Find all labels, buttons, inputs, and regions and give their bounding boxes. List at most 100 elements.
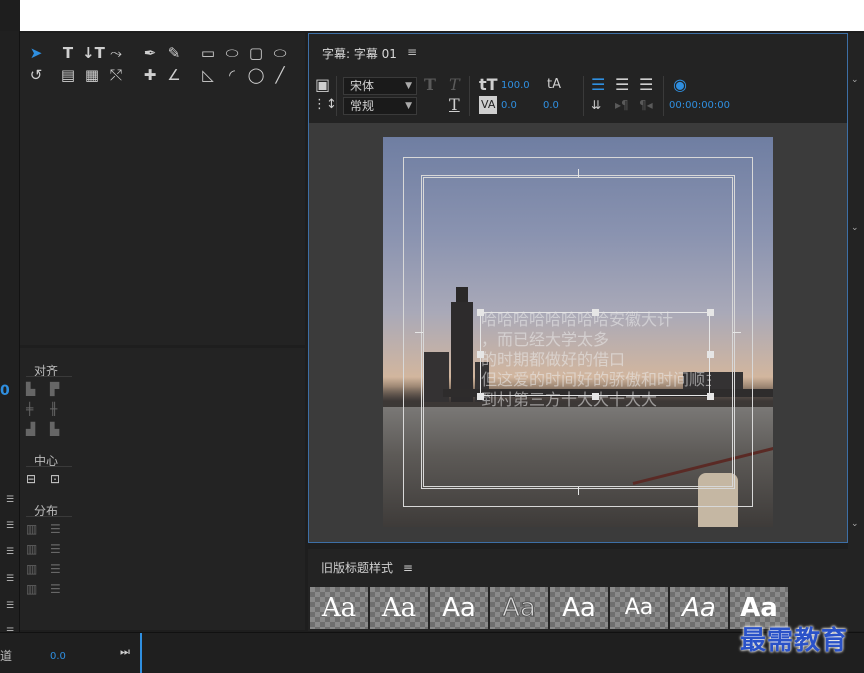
show-video-icon[interactable]: ◉ xyxy=(673,76,687,94)
center-horizontal-icon[interactable]: ⊟ xyxy=(26,472,44,490)
top-bar xyxy=(20,0,864,31)
film-strip-icon[interactable]: ▣ xyxy=(315,76,330,94)
panel-menu-icon[interactable]: ≡ xyxy=(407,45,417,59)
chevron-down-icon: ▼ xyxy=(405,101,412,111)
kerning-icon[interactable]: VA xyxy=(479,96,498,114)
playhead[interactable] xyxy=(140,633,142,673)
pen-tool-icon[interactable]: ✒ xyxy=(140,43,160,63)
resize-handle[interactable] xyxy=(707,309,714,316)
font-style-select[interactable]: 常规 ▼ xyxy=(343,97,417,115)
ellipse-tool-icon[interactable]: ◯ xyxy=(246,65,266,85)
chevron-down-icon[interactable]: ⌄ xyxy=(851,75,859,85)
tab-stops-icon[interactable]: ⋮↕ xyxy=(313,96,337,114)
distribute-hcenter-icon[interactable]: ▥ xyxy=(26,542,44,560)
titler-tab-label[interactable]: 字幕: 字幕 01 xyxy=(322,45,397,62)
resize-handle[interactable] xyxy=(592,393,599,400)
align-hcenter-icon[interactable]: ╪ xyxy=(26,402,44,420)
distribute-h-spacing-icon[interactable]: ▥ xyxy=(26,582,44,600)
center-vertical-icon[interactable]: ⊡ xyxy=(50,472,68,490)
distribute-left-icon[interactable]: ▥ xyxy=(26,522,44,540)
wrap-right-icon[interactable]: ¶◂ xyxy=(639,96,653,114)
distribute-vcenter-icon[interactable]: ☰ xyxy=(50,542,68,560)
align-bottom-icon[interactable]: ▙ xyxy=(50,422,68,440)
bold-icon[interactable]: T xyxy=(424,76,436,94)
legacy-title-styles-panel: 旧版标题样式 ≡ Aa Aa Aa Aa Aa Aa Aa Aa xyxy=(308,549,848,631)
font-family-value: 宋体 xyxy=(350,79,375,93)
selection-tool-icon[interactable]: ➤ xyxy=(26,43,46,63)
wedge-tool-icon[interactable]: ◺ xyxy=(198,65,218,85)
align-text-center-icon[interactable]: ☰ xyxy=(615,76,629,94)
arc-tool-icon[interactable]: ◜ xyxy=(222,65,242,85)
chevron-down-icon[interactable]: ⌄ xyxy=(851,223,859,233)
wrap-icon[interactable]: ▸¶ xyxy=(615,96,629,114)
resize-handle[interactable] xyxy=(707,393,714,400)
resize-handle[interactable] xyxy=(477,393,484,400)
distribute-right-icon[interactable]: ▥ xyxy=(26,562,44,580)
underline-icon[interactable]: T xyxy=(449,96,460,114)
leading-icon[interactable]: tA xyxy=(547,76,561,94)
left-strip: 0 ☰ ☰ ☰ ☰ ☰ ☰ xyxy=(0,31,20,672)
style-swatch[interactable]: Aa xyxy=(370,587,428,629)
vertical-type-tool-icon[interactable]: ↓T xyxy=(82,43,105,63)
style-swatch[interactable]: Aa xyxy=(550,587,608,629)
resize-handle[interactable] xyxy=(592,309,599,316)
titler-panel: 字幕: 字幕 01 ≡ ▣ ⋮↕ 宋体 ▼ 常规 ▼ T T T tT 100.… xyxy=(308,33,848,543)
track-icon[interactable]: ☰ xyxy=(6,495,18,505)
track-label: 道 xyxy=(0,649,13,663)
vertical-area-type-tool-icon[interactable]: ▦ xyxy=(82,65,102,85)
track-icon[interactable]: ☰ xyxy=(6,574,18,584)
area-type-tool-icon[interactable]: ▤ xyxy=(58,65,78,85)
type-tool-icon[interactable]: T xyxy=(58,43,78,63)
tab-stop-icon[interactable]: ⇊ xyxy=(591,96,601,114)
style-swatch[interactable]: Aa xyxy=(670,587,728,629)
align-text-right-icon[interactable]: ☰ xyxy=(639,76,653,94)
style-swatch[interactable]: Aa xyxy=(610,587,668,629)
distribute-v-spacing-icon[interactable]: ☰ xyxy=(50,582,68,600)
vertical-path-type-tool-icon[interactable]: ⤲ xyxy=(106,65,126,85)
clipped-rect-tool-icon[interactable]: ⬭ xyxy=(222,43,242,63)
align-left-icon[interactable]: ▙ xyxy=(26,382,44,400)
italic-icon[interactable]: T xyxy=(449,76,460,94)
add-anchor-icon[interactable]: ✚ xyxy=(140,65,160,85)
text-bounding-box[interactable] xyxy=(480,312,710,396)
convert-anchor-icon[interactable]: ∠ xyxy=(164,65,184,85)
timeline-bar: 道 0.0 ⏭ xyxy=(0,632,864,673)
panel-menu-icon[interactable]: ≡ xyxy=(403,561,413,575)
align-right-icon[interactable]: ▟ xyxy=(26,422,44,440)
rounded-corner-tool-icon[interactable]: ⬭ xyxy=(270,43,290,63)
rectangle-tool-icon[interactable]: ▭ xyxy=(198,43,218,63)
rotate-tool-icon[interactable]: ↺ xyxy=(26,65,46,85)
video-frame: 哈哈哈哈哈哈哈哈安徽大计 ，而已经大学太多 的时期都做好的借口 但这爱的时间好的… xyxy=(383,137,773,527)
font-size-icon[interactable]: tT xyxy=(479,76,498,94)
align-vcenter-icon[interactable]: ╫ xyxy=(50,402,68,420)
track-icon[interactable]: ☰ xyxy=(6,601,18,611)
style-swatch[interactable]: Aa xyxy=(490,587,548,629)
resize-handle[interactable] xyxy=(477,351,484,358)
distribute-bottom-icon[interactable]: ☰ xyxy=(50,562,68,580)
titler-canvas[interactable]: 哈哈哈哈哈哈哈哈安徽大计 ，而已经大学太多 的时期都做好的借口 但这爱的时间好的… xyxy=(309,123,847,542)
timeline-value[interactable]: 0.0 xyxy=(50,651,66,662)
track-icon[interactable]: ☰ xyxy=(6,521,18,531)
resize-handle[interactable] xyxy=(477,309,484,316)
align-text-left-icon[interactable]: ☰ xyxy=(591,76,605,94)
align-panel: 对齐 ▙ ▛ ╪ ╫ ▟ ▙ 中心 ⊟ ⊡ 分布 ▥ ☰ ▥ ☰ ▥ ☰ ▥ ☰ xyxy=(20,348,305,630)
font-style-value: 常规 xyxy=(350,99,375,113)
track-icon[interactable]: ☰ xyxy=(6,547,18,557)
leading-value[interactable]: 0.0 xyxy=(543,100,559,111)
font-family-select[interactable]: 宋体 ▼ xyxy=(343,77,417,95)
line-tool-icon[interactable]: ╱ xyxy=(270,65,290,85)
chevron-down-icon[interactable]: ⌄ xyxy=(851,519,859,529)
resize-handle[interactable] xyxy=(707,351,714,358)
distribute-top-icon[interactable]: ☰ xyxy=(50,522,68,540)
delete-anchor-icon[interactable]: ✎ xyxy=(164,43,184,63)
kerning-value[interactable]: 0.0 xyxy=(501,100,517,111)
marker-icon[interactable]: ⏭ xyxy=(120,645,130,659)
rounded-rect-tool-icon[interactable]: ▢ xyxy=(246,43,266,63)
style-swatch[interactable]: Aa xyxy=(310,587,368,629)
timecode-value[interactable]: 00:00:00:00 xyxy=(669,100,730,111)
styles-panel-label: 旧版标题样式 ≡ xyxy=(321,559,413,576)
font-size-value[interactable]: 100.0 xyxy=(501,80,530,91)
path-type-tool-icon[interactable]: ⤳ xyxy=(106,43,126,63)
style-swatch[interactable]: Aa xyxy=(430,587,488,629)
align-top-icon[interactable]: ▛ xyxy=(50,382,68,400)
